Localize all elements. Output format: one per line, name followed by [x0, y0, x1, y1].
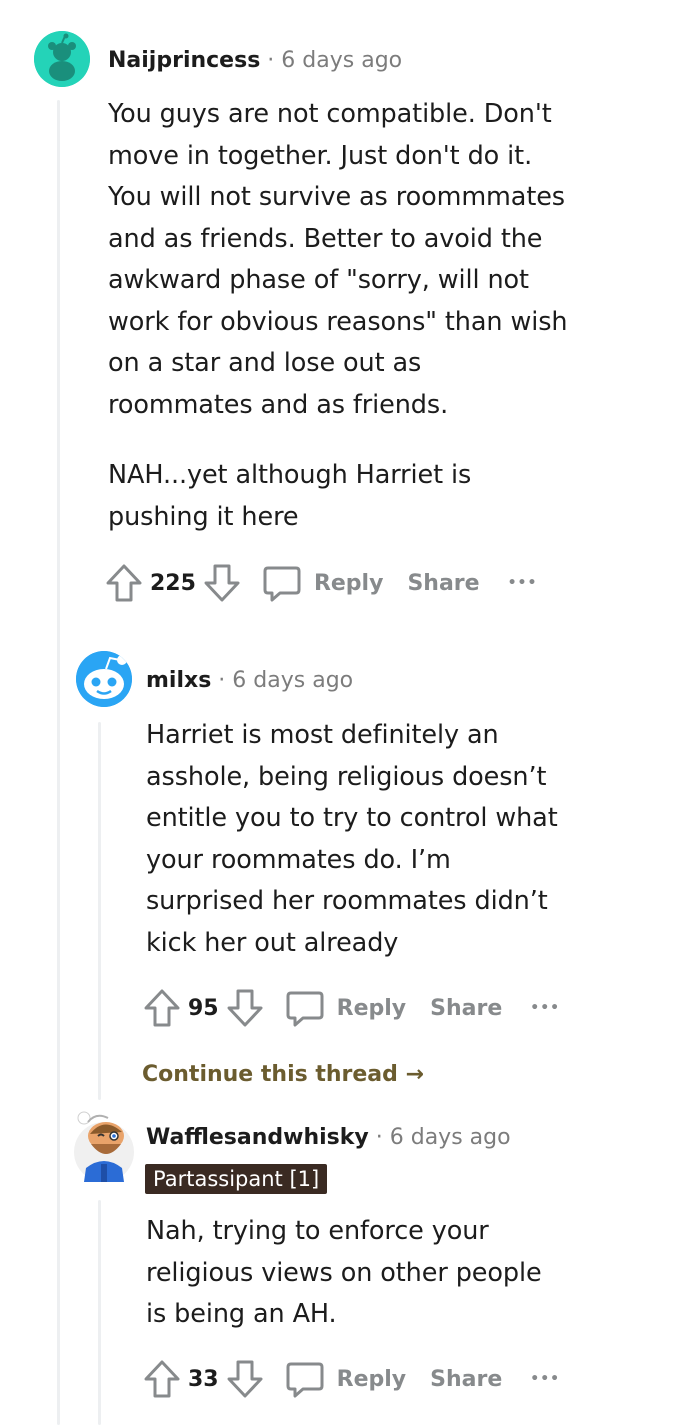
meta-separator: · — [267, 48, 275, 73]
downvote-icon[interactable] — [225, 987, 265, 1029]
comment-meta: milxs · 6 days ago — [146, 666, 353, 696]
downvote-icon[interactable] — [202, 562, 242, 604]
comment-action-bar: 33 Reply Share ••• — [142, 1357, 560, 1401]
meta-separator: · — [218, 668, 226, 693]
comment-body-paragraph-2: NAH...yet although Harriet is pushing it… — [108, 460, 472, 532]
snoo-avatar-icon — [76, 651, 132, 707]
timestamp[interactable]: 6 days ago — [281, 48, 402, 73]
vote-count: 225 — [150, 570, 196, 596]
comment-bubble-icon — [286, 1362, 324, 1398]
share-button[interactable]: Share — [407, 571, 479, 596]
comment-body: You guys are not compatible. Don't move … — [108, 99, 568, 420]
author-name[interactable]: milxs — [146, 668, 211, 693]
vote-count: 33 — [188, 1366, 219, 1392]
more-options-button[interactable]: ••• — [530, 1371, 560, 1387]
author-name[interactable]: Naijprincess — [108, 48, 260, 73]
comment-meta: Naijprincess · 6 days ago — [108, 46, 402, 76]
upvote-icon[interactable] — [142, 987, 182, 1029]
comment-body: Harriet is most definitely an asshole, b… — [146, 720, 558, 958]
continue-thread-link[interactable]: Continue this thread → — [142, 1062, 424, 1087]
comment-bubble-icon — [263, 566, 301, 602]
share-button[interactable]: Share — [430, 996, 502, 1021]
reply-button[interactable]: Reply — [285, 988, 407, 1028]
timestamp[interactable]: 6 days ago — [390, 1125, 511, 1150]
comment-action-bar: 225 Reply Share ••• — [104, 561, 537, 605]
share-button[interactable]: Share — [430, 1367, 502, 1392]
downvote-icon[interactable] — [225, 1358, 265, 1400]
vote-count: 95 — [188, 995, 219, 1021]
user-flair-badge: Partassipant [1] — [145, 1164, 328, 1194]
more-options-button[interactable]: ••• — [530, 1000, 560, 1016]
snoo-avatar-icon — [74, 1111, 134, 1182]
reply-button[interactable]: Reply — [285, 1359, 407, 1399]
meta-separator: · — [375, 1125, 383, 1150]
comment-meta: Wafflesandwhisky · 6 days ago — [146, 1123, 511, 1153]
upvote-icon[interactable] — [104, 562, 144, 604]
avatar-naijprincess[interactable] — [34, 31, 90, 87]
avatar-wafflesandwhisky[interactable] — [74, 1108, 134, 1184]
reply-label: Reply — [336, 1366, 407, 1392]
reply-label: Reply — [313, 570, 384, 596]
reply-button[interactable]: Reply — [262, 563, 384, 603]
timestamp[interactable]: 6 days ago — [232, 668, 353, 693]
reply-label: Reply — [336, 995, 407, 1021]
thread-line-comment-2[interactable] — [98, 722, 101, 1100]
avatar-milxs[interactable] — [76, 651, 132, 707]
upvote-icon[interactable] — [142, 1358, 182, 1400]
thread-line-comment-3[interactable] — [98, 1200, 101, 1425]
author-name[interactable]: Wafflesandwhisky — [146, 1125, 369, 1150]
snoo-avatar-icon — [34, 31, 90, 87]
comment-body: Nah, trying to enforce your religious vi… — [146, 1216, 542, 1329]
comment-bubble-icon — [286, 991, 324, 1027]
thread-line-comment-1[interactable] — [57, 100, 60, 1425]
more-options-button[interactable]: ••• — [508, 575, 538, 591]
comment-action-bar: 95 Reply Share ••• — [142, 986, 560, 1030]
